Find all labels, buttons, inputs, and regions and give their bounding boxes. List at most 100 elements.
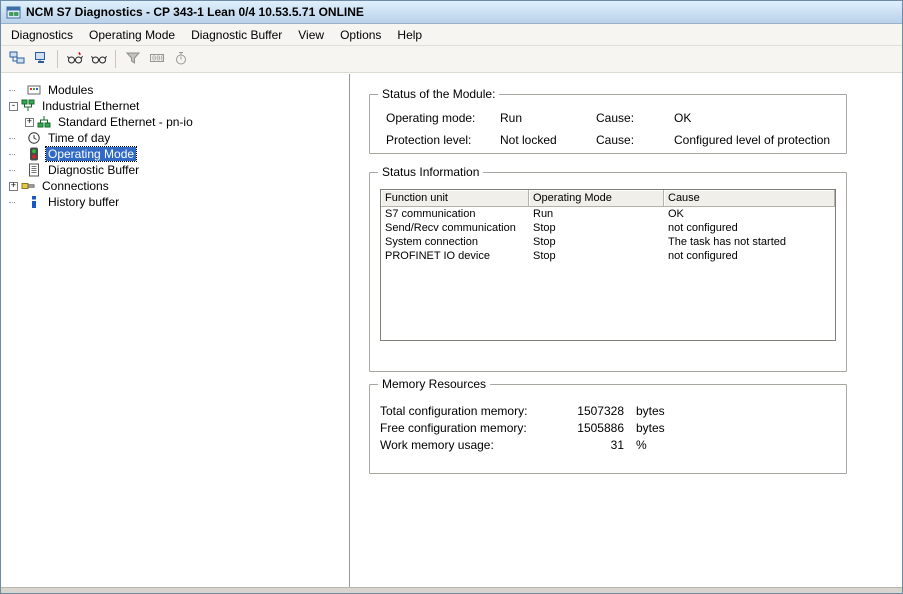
column-header-function-unit: Function unit <box>381 190 529 207</box>
cause-value: Configured level of protection <box>674 129 846 151</box>
tree-item-label: Industrial Ethernet <box>40 99 141 113</box>
connections-icon <box>21 179 36 193</box>
counters-button: 000 <box>145 48 168 70</box>
diagnostics-tree: Modules - Industrial Ethernet + <box>1 74 350 587</box>
free-memory-label: Free configuration memory: <box>380 420 568 437</box>
tree-item-industrial-ethernet[interactable]: - Industrial Ethernet <box>1 98 349 114</box>
diagnostic-buffer-icon <box>27 163 42 177</box>
update-glasses-icon <box>91 50 107 69</box>
cell-operating-mode: Stop <box>529 221 664 235</box>
cell-operating-mode: Stop <box>529 235 664 249</box>
cell-operating-mode: Run <box>529 207 664 221</box>
network-node-icon <box>33 50 49 69</box>
app-icon[interactable] <box>6 5 21 20</box>
protection-level-label: Protection level: <box>386 129 500 151</box>
window-title: NCM S7 Diagnostics - CP 343-1 Lean 0/4 1… <box>26 5 364 19</box>
total-memory-label: Total configuration memory: <box>380 403 568 420</box>
cell-function-unit: PROFINET IO device <box>381 249 529 263</box>
tree-connector <box>9 138 15 139</box>
menu-view[interactable]: View <box>290 24 332 45</box>
tree-item-time-of-day[interactable]: Time of day <box>1 130 349 146</box>
tree-item-label: Operating Mode <box>46 147 136 161</box>
tree-connector <box>9 154 15 155</box>
protection-level-value: Not locked <box>500 129 596 151</box>
menu-diagnostic-buffer[interactable]: Diagnostic Buffer <box>183 24 290 45</box>
tree-item-label: Standard Ethernet - pn-io <box>56 115 195 129</box>
svg-text:000: 000 <box>152 54 165 62</box>
groupbox-title: Status of the Module: <box>378 87 499 101</box>
table-row[interactable]: System connection Stop The task has not … <box>381 235 835 249</box>
tree-item-history-buffer[interactable]: History buffer <box>1 194 349 210</box>
menu-diagnostics[interactable]: Diagnostics <box>3 24 81 45</box>
table-header-row: Function unit Operating Mode Cause <box>381 190 835 207</box>
tree-item-label: Time of day <box>46 131 112 145</box>
app-window: NCM S7 Diagnostics - CP 343-1 Lean 0/4 1… <box>0 0 903 594</box>
tree-item-label: Modules <box>46 83 95 97</box>
cell-function-unit: Send/Recv communication <box>381 221 529 235</box>
menu-operating-mode[interactable]: Operating Mode <box>81 24 183 45</box>
window-bottom-edge <box>1 587 902 593</box>
cyclic-update-button[interactable] <box>63 48 86 70</box>
toolbar-separator <box>57 50 58 68</box>
tree-item-modules[interactable]: Modules <box>1 82 349 98</box>
cause-value: OK <box>674 107 846 129</box>
operating-mode-value: Run <box>500 107 596 129</box>
cell-cause: not configured <box>664 249 835 263</box>
groupbox-title: Memory Resources <box>378 377 490 391</box>
detail-panel: Status of the Module: Operating mode: Ru… <box>350 74 902 587</box>
network-node-button[interactable] <box>29 48 52 70</box>
tree-connector <box>9 202 15 203</box>
table-row[interactable]: PROFINET IO device Stop not configured <box>381 249 835 263</box>
tree-item-standard-ethernet[interactable]: + Standard Ethernet - pn-io <box>1 114 349 130</box>
update-button[interactable] <box>87 48 110 70</box>
cell-cause: OK <box>664 207 835 221</box>
operating-mode-label: Operating mode: <box>386 107 500 129</box>
titlebar: NCM S7 Diagnostics - CP 343-1 Lean 0/4 1… <box>1 1 902 24</box>
cell-operating-mode: Stop <box>529 249 664 263</box>
cell-function-unit: System connection <box>381 235 529 249</box>
free-memory-unit: bytes <box>624 420 846 437</box>
cause-label: Cause: <box>596 107 674 129</box>
modules-icon <box>27 83 42 97</box>
cyclic-update-glasses-icon <box>67 50 83 69</box>
tree-connector <box>9 170 15 171</box>
cycle-time-button <box>169 48 192 70</box>
status-information-group: Status Information Function unit Operati… <box>369 172 847 372</box>
table-row[interactable]: Send/Recv communication Stop not configu… <box>381 221 835 235</box>
work-memory-label: Work memory usage: <box>380 437 568 454</box>
network-overview-button[interactable] <box>5 48 28 70</box>
total-memory-unit: bytes <box>624 403 846 420</box>
table-row[interactable]: S7 communication Run OK <box>381 207 835 221</box>
filter-button <box>121 48 144 70</box>
work-memory-unit: % <box>624 437 846 454</box>
tree-item-label: Connections <box>40 179 111 193</box>
work-memory-value: 31 <box>568 437 624 454</box>
tree-item-label: History buffer <box>46 195 121 209</box>
column-header-cause: Cause <box>664 190 835 207</box>
menu-options[interactable]: Options <box>332 24 389 45</box>
time-of-day-icon <box>27 131 42 145</box>
tree-item-connections[interactable]: + Connections <box>1 178 349 194</box>
tree-item-operating-mode[interactable]: Operating Mode <box>1 146 349 162</box>
network-overview-icon <box>9 50 25 69</box>
groupbox-title: Status Information <box>378 165 483 179</box>
filter-icon <box>125 50 141 69</box>
collapse-icon[interactable]: - <box>9 102 18 111</box>
tree-item-diagnostic-buffer[interactable]: Diagnostic Buffer <box>1 162 349 178</box>
toolbar: 000 <box>1 46 902 73</box>
expand-icon[interactable]: + <box>25 118 34 127</box>
column-header-operating-mode: Operating Mode <box>529 190 664 207</box>
operating-mode-icon <box>27 147 42 161</box>
menubar: Diagnostics Operating Mode Diagnostic Bu… <box>1 24 902 46</box>
expand-icon[interactable]: + <box>9 182 18 191</box>
industrial-ethernet-icon <box>21 99 36 113</box>
module-status-group: Status of the Module: Operating mode: Ru… <box>369 94 847 154</box>
menu-help[interactable]: Help <box>389 24 430 45</box>
standard-ethernet-icon <box>37 115 52 129</box>
cell-function-unit: S7 communication <box>381 207 529 221</box>
tree-connector <box>9 90 15 91</box>
history-buffer-icon <box>27 195 42 209</box>
cycle-time-icon <box>173 50 189 69</box>
free-memory-value: 1505886 <box>568 420 624 437</box>
memory-resources-group: Memory Resources Total configuration mem… <box>369 384 847 474</box>
